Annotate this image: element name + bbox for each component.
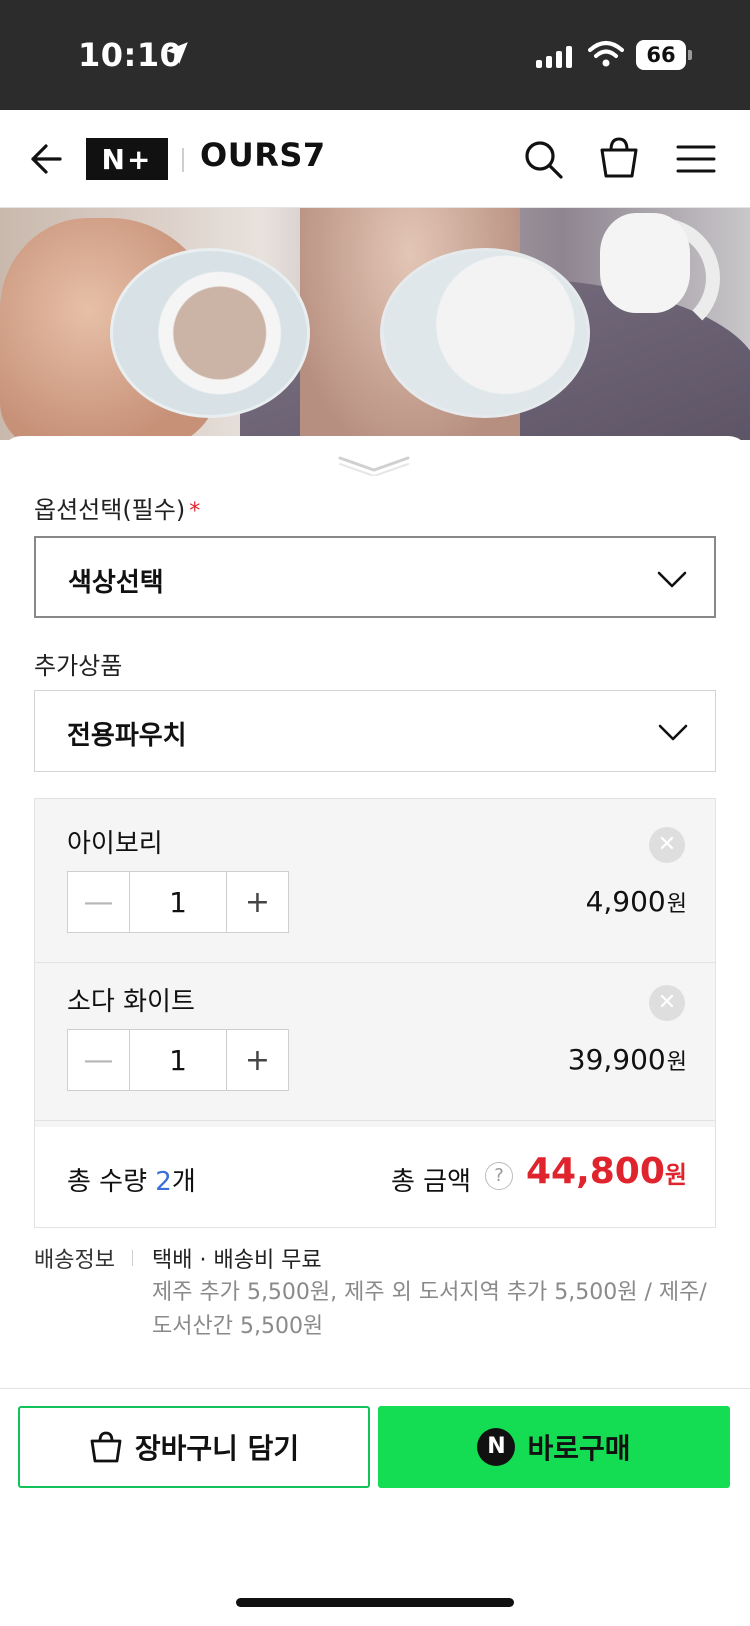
decrease-quantity-button[interactable]: —: [68, 872, 130, 932]
color-select[interactable]: 색상선택: [34, 536, 716, 618]
shopping-bag-icon: [90, 1431, 122, 1463]
option-name: 아이보리: [67, 829, 163, 859]
back-arrow-icon[interactable]: [26, 140, 64, 178]
total-quantity-count: 2: [155, 1167, 172, 1197]
option-name: 소다 화이트: [67, 987, 195, 1017]
quantity-value[interactable]: 1: [130, 872, 226, 932]
store-name[interactable]: OURS7: [200, 136, 326, 174]
naver-pay-icon: N: [477, 1428, 516, 1466]
selected-options-box: 아이보리 ✕ — 1 + 4,900원 소다 화이트 ✕ — 1 + 39,90…: [34, 798, 716, 1228]
shipping-extra-fee: 제주 추가 5,500원, 제주 외 도서지역 추가 5,500원 / 제주/도…: [152, 1280, 707, 1339]
buy-now-button[interactable]: N 바로구매: [378, 1406, 730, 1488]
currency-unit: 원: [666, 1050, 687, 1075]
location-arrow-icon: [166, 42, 188, 64]
hamburger-menu-icon[interactable]: [676, 144, 716, 174]
shipping-label: 배송정보: [34, 1248, 115, 1273]
option-price-value: 4,900: [585, 885, 666, 918]
bottom-bar-divider: [0, 1388, 750, 1389]
add-to-cart-button[interactable]: 장바구니 담기: [18, 1406, 370, 1488]
quantity-stepper: — 1 +: [67, 1029, 289, 1091]
n-plus-logo[interactable]: N+: [86, 138, 168, 180]
help-icon[interactable]: ?: [485, 1162, 513, 1190]
app-header: N+ OURS7: [0, 110, 750, 208]
header-divider: [182, 148, 184, 172]
shopping-bag-icon[interactable]: [598, 136, 640, 180]
search-icon[interactable]: [522, 138, 564, 180]
required-mark: *: [189, 499, 201, 524]
increase-quantity-button[interactable]: +: [226, 1030, 288, 1090]
shipping-divider: [132, 1250, 133, 1266]
decrease-quantity-button[interactable]: —: [68, 1030, 130, 1090]
increase-quantity-button[interactable]: +: [226, 872, 288, 932]
option-label-text: 옵션선택(필수): [34, 496, 186, 524]
quantity-stepper: — 1 +: [67, 871, 289, 933]
total-amount: 44,800원: [526, 1151, 687, 1192]
battery-icon: 66: [636, 40, 692, 70]
collapse-chevron-icon[interactable]: [336, 454, 412, 476]
addon-label: 추가상품: [34, 652, 123, 680]
add-to-cart-label: 장바구니 담기: [134, 1432, 300, 1465]
addon-select-value: 전용파우치: [67, 721, 187, 751]
option-price: 39,900원: [568, 1043, 687, 1076]
product-image: [0, 208, 750, 440]
total-amount-value: 44,800: [525, 1151, 665, 1192]
shipping-method: 택배 · 배송비 무료: [152, 1248, 322, 1273]
total-quantity: 총 수량 2개: [67, 1161, 196, 1198]
total-amount-label: 총 금액: [391, 1167, 472, 1197]
total-quantity-unit: 개: [171, 1167, 196, 1197]
quantity-value[interactable]: 1: [130, 1030, 226, 1090]
selected-option-item: 아이보리 ✕ — 1 + 4,900원: [35, 799, 715, 963]
home-indicator[interactable]: [236, 1598, 514, 1607]
chevron-down-icon: [658, 724, 688, 741]
addon-select[interactable]: 전용파우치: [34, 690, 716, 772]
buy-now-label: 바로구매: [527, 1432, 631, 1465]
currency-unit: 원: [666, 892, 687, 917]
remove-option-button[interactable]: ✕: [649, 985, 685, 1021]
selected-option-item: 소다 화이트 ✕ — 1 + 39,900원: [35, 957, 715, 1121]
order-total: 총 수량 2개 총 금액 ? 44,800원: [35, 1127, 715, 1227]
option-price-value: 39,900: [567, 1043, 666, 1076]
chevron-down-icon: [657, 571, 687, 588]
option-required-label: 옵션선택(필수) *: [34, 490, 200, 525]
total-quantity-label: 총 수량: [67, 1167, 156, 1197]
option-price: 4,900원: [586, 885, 687, 918]
status-bar: 10:10 66: [0, 0, 750, 110]
currency-unit: 원: [664, 1161, 687, 1189]
color-select-value: 색상선택: [68, 568, 164, 598]
remove-option-button[interactable]: ✕: [649, 827, 685, 863]
cellular-signal-icon: [536, 44, 572, 68]
wifi-icon: [588, 41, 624, 67]
